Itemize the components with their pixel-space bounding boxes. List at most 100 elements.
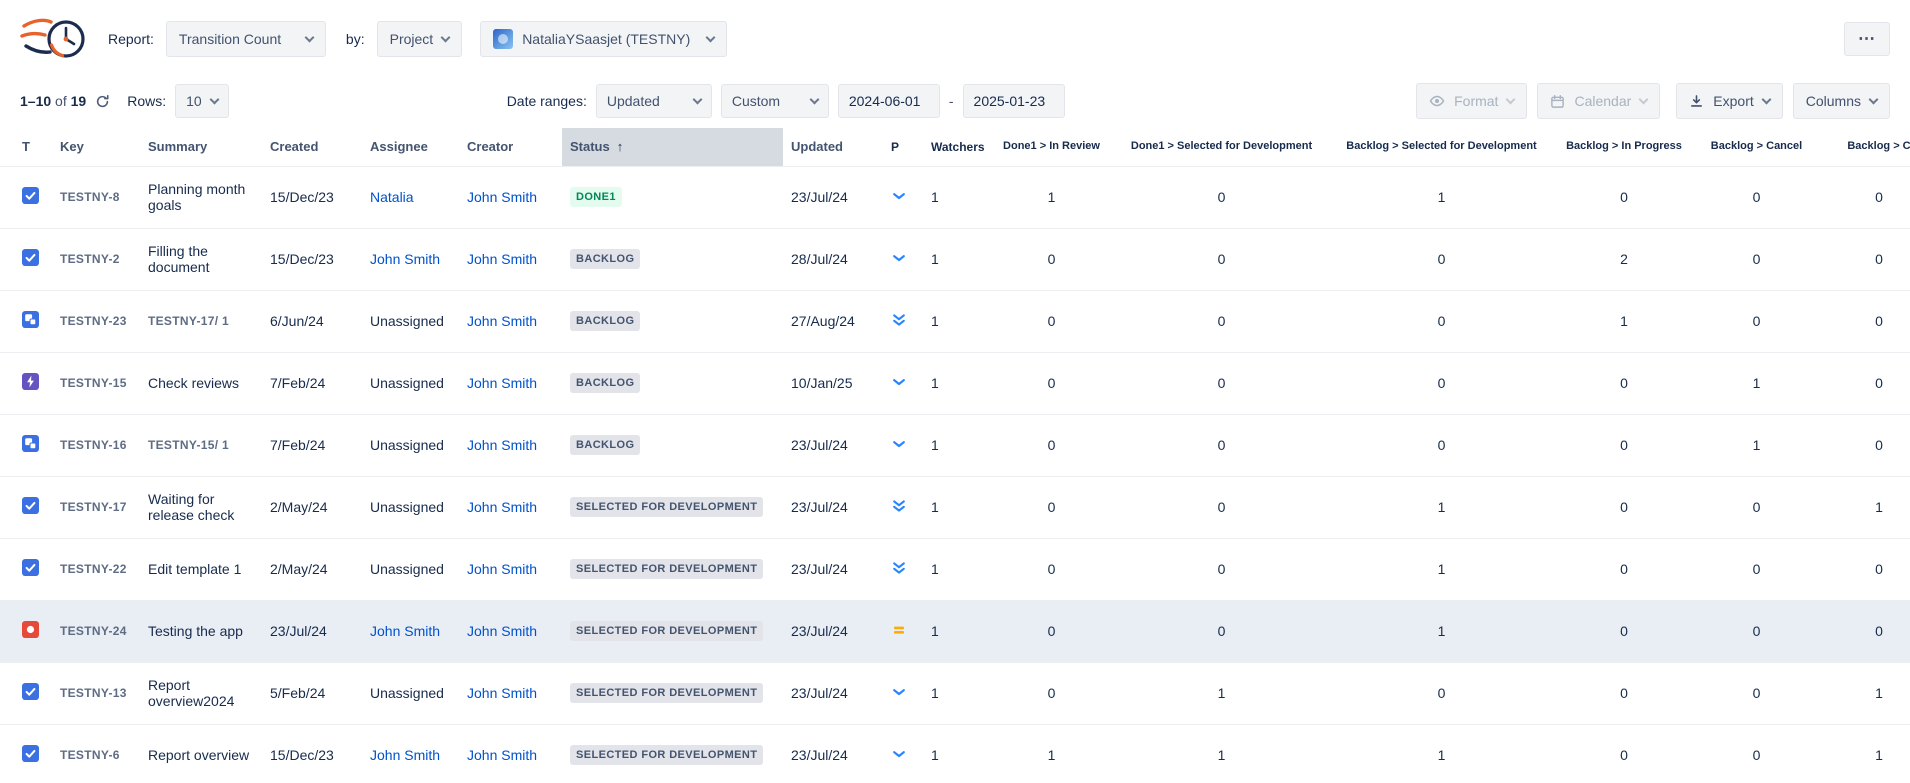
creator-link[interactable]: John Smith [459, 662, 562, 724]
issue-type-task-icon [22, 249, 39, 266]
table-row[interactable]: TESTNY-8 Planning month goals 15/Dec/23 … [0, 166, 1910, 228]
transition-count: 1 [1694, 352, 1819, 414]
by-label: by: [346, 31, 365, 47]
table-row[interactable]: TESTNY-24 Testing the app 23/Jul/24 John… [0, 600, 1910, 662]
table-row[interactable]: TESTNY-13 Report overview2024 5/Feb/24 U… [0, 662, 1910, 724]
creator-link[interactable]: John Smith [459, 352, 562, 414]
column-header-summary[interactable]: Summary [140, 128, 262, 166]
creator-link[interactable]: John Smith [459, 228, 562, 290]
status-badge: DONE1 [570, 187, 622, 207]
table-row[interactable]: TESTNY-16 TESTNY-15/ 1 7/Feb/24 Unassign… [0, 414, 1910, 476]
table-header-row: T Key Summary Created Assignee Creator S… [0, 128, 1910, 166]
date-mode-select[interactable]: Custom [721, 84, 829, 118]
transition-count: 0 [989, 538, 1114, 600]
creator-link[interactable]: John Smith [459, 724, 562, 783]
creator-link[interactable]: John Smith [459, 476, 562, 538]
column-header-done1-in-review[interactable]: Done1 > In Review [989, 128, 1114, 166]
table-row[interactable]: TESTNY-6 Report overview 15/Dec/23 John … [0, 724, 1910, 783]
assignee-link[interactable]: Natalia [362, 166, 459, 228]
created-date: 15/Dec/23 [262, 724, 362, 783]
transition-count: 0 [1114, 476, 1329, 538]
top-bar: Report: Transition Count by: Project Nat… [0, 0, 1910, 78]
transition-count: 0 [989, 352, 1114, 414]
chevron-down-icon [209, 94, 219, 104]
export-button[interactable]: Export [1676, 83, 1782, 119]
pagination-status: 1–10 of 19 [20, 93, 86, 109]
refresh-icon[interactable] [95, 94, 110, 109]
transition-count: 0 [1819, 538, 1910, 600]
updated-date: 23/Jul/24 [783, 600, 883, 662]
more-menu-button[interactable]: ⋯ [1844, 22, 1890, 56]
creator-link[interactable]: John Smith [459, 600, 562, 662]
project-select[interactable]: NataliaYSaasjet (TESTNY) [480, 21, 727, 57]
updated-date: 27/Aug/24 [783, 290, 883, 352]
column-header-key[interactable]: Key [52, 128, 140, 166]
issue-summary: Waiting for release check [140, 476, 262, 538]
issue-type-task-icon [22, 745, 39, 762]
issue-key: TESTNY-16 [52, 414, 140, 476]
table-row[interactable]: TESTNY-2 Filling the document 15/Dec/23 … [0, 228, 1910, 290]
group-by-select[interactable]: Project [377, 21, 463, 57]
column-header-backlog-cancel[interactable]: Backlog > Cancel [1694, 128, 1819, 166]
rows-per-page-select[interactable]: 10 [175, 84, 229, 118]
sort-ascending-icon: ↑ [617, 139, 624, 154]
column-header-watchers[interactable]: Watchers [923, 128, 989, 166]
date-field-select[interactable]: Updated [596, 84, 712, 118]
assignee: Unassigned [362, 290, 459, 352]
assignee-link[interactable]: John Smith [362, 600, 459, 662]
date-mode-value: Custom [732, 93, 780, 109]
column-header-backlog-selected-for-development[interactable]: Backlog > Selected for Development [1329, 128, 1554, 166]
download-icon [1689, 94, 1704, 109]
column-header-status[interactable]: Status ↑ [562, 128, 783, 166]
status-badge: SELECTED FOR DEVELOPMENT [570, 745, 763, 765]
column-header-created[interactable]: Created [262, 128, 362, 166]
column-header-creator[interactable]: Creator [459, 128, 562, 166]
creator-link[interactable]: John Smith [459, 414, 562, 476]
creator-link[interactable]: John Smith [459, 166, 562, 228]
assignee-link[interactable]: John Smith [362, 724, 459, 783]
watchers-count: 1 [923, 414, 989, 476]
issue-summary: Check reviews [140, 352, 262, 414]
column-header-type[interactable]: T [0, 128, 52, 166]
column-header-backlog-in-progress[interactable]: Backlog > In Progress [1554, 128, 1694, 166]
group-by-value: Project [390, 31, 434, 47]
creator-link[interactable]: John Smith [459, 538, 562, 600]
table-row[interactable]: TESTNY-23 TESTNY-17/ 1 6/Jun/24 Unassign… [0, 290, 1910, 352]
transition-count: 0 [989, 414, 1114, 476]
chevron-down-icon [692, 94, 702, 104]
priority-lowest-icon [891, 498, 907, 514]
report-type-select[interactable]: Transition Count [166, 21, 326, 57]
transition-count: 0 [1819, 352, 1910, 414]
chevron-down-icon [1506, 94, 1516, 104]
date-to-input[interactable] [963, 84, 1065, 118]
table-row[interactable]: TESTNY-17 Waiting for release check 2/Ma… [0, 476, 1910, 538]
transition-count: 0 [989, 476, 1114, 538]
issue-type-lightning-icon [22, 373, 39, 390]
updated-date: 23/Jul/24 [783, 476, 883, 538]
priority-low-icon [891, 436, 907, 452]
assignee: Unassigned [362, 414, 459, 476]
transition-count: 0 [1554, 414, 1694, 476]
column-header-done1-selected-for-development[interactable]: Done1 > Selected for Development [1114, 128, 1329, 166]
column-header-priority[interactable]: P [883, 128, 923, 166]
date-separator: - [949, 93, 954, 109]
watchers-count: 1 [923, 290, 989, 352]
issue-summary: TESTNY-17/ 1 [140, 290, 262, 352]
columns-button[interactable]: Columns [1793, 83, 1890, 119]
transition-count: 0 [1554, 538, 1694, 600]
assignee-link[interactable]: John Smith [362, 228, 459, 290]
transition-count: 0 [989, 600, 1114, 662]
transition-count: 0 [1114, 600, 1329, 662]
table-row[interactable]: TESTNY-22 Edit template 1 2/May/24 Unass… [0, 538, 1910, 600]
date-from-input[interactable] [838, 84, 940, 118]
column-header-assignee[interactable]: Assignee [362, 128, 459, 166]
column-header-backlog-clipped[interactable]: Backlog > C [1819, 128, 1910, 166]
toolbar-actions: Format Calendar Export [1416, 83, 1890, 119]
column-header-updated[interactable]: Updated [783, 128, 883, 166]
rows-label: Rows: [127, 93, 166, 109]
created-date: 6/Jun/24 [262, 290, 362, 352]
issues-table-wrap: T Key Summary Created Assignee Creator S… [0, 128, 1910, 783]
table-row[interactable]: TESTNY-15 Check reviews 7/Feb/24 Unassig… [0, 352, 1910, 414]
creator-link[interactable]: John Smith [459, 290, 562, 352]
watchers-count: 1 [923, 228, 989, 290]
